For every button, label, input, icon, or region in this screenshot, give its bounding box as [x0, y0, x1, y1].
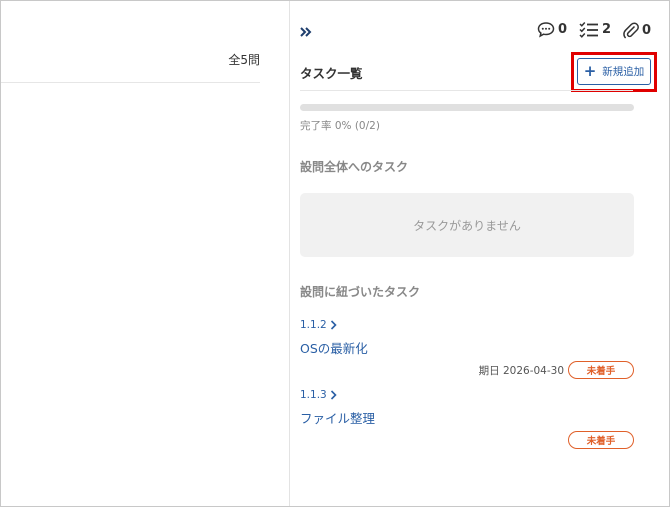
task-name-link[interactable]: ファイル整理 — [300, 408, 634, 427]
collapse-chevrons-icon — [300, 27, 312, 37]
chevron-right-icon — [330, 320, 337, 330]
question-count: 全5問 — [228, 53, 260, 67]
task-meta: 期日 2026-04-30 未着手 — [479, 361, 634, 379]
status-badge[interactable]: 未着手 — [568, 361, 634, 379]
header-divider — [300, 90, 633, 91]
paperclip-icon — [623, 22, 639, 39]
task-list-title: タスク一覧 — [300, 66, 363, 81]
linked-tasks-heading: 設問に紐づいたタスク — [300, 285, 421, 299]
completion-rate-text: 完了率 0% (0/2) — [300, 120, 380, 132]
empty-task-message: タスクがありません — [413, 218, 521, 233]
completion-progress-bar — [300, 104, 634, 111]
tasks-button[interactable]: 2 — [579, 21, 611, 38]
task-meta: 未着手 — [568, 431, 634, 449]
attachments-button[interactable]: 0 — [623, 21, 651, 39]
task-item: 1.1.3 ファイル整理 未着手 — [300, 389, 634, 449]
plus-icon: + — [583, 62, 597, 80]
task-question-ref: 1.1.3 — [300, 389, 327, 401]
attachments-count: 0 — [642, 22, 652, 38]
task-item: 1.1.2 OSの最新化 期日 2026-04-30 未着手 — [300, 319, 634, 379]
status-badge[interactable]: 未着手 — [568, 431, 634, 449]
comments-button[interactable]: 0 — [537, 21, 567, 38]
left-divider — [1, 82, 260, 83]
comment-icon — [537, 22, 555, 38]
add-task-label: 新規追加 — [602, 66, 645, 78]
chevron-right-icon — [330, 390, 337, 400]
task-question-link[interactable]: 1.1.2 — [300, 319, 634, 331]
task-question-ref: 1.1.2 — [300, 319, 327, 331]
task-question-link[interactable]: 1.1.3 — [300, 389, 634, 401]
task-due-date: 期日 2026-04-30 — [478, 364, 564, 377]
add-task-button[interactable]: + 新規追加 — [577, 58, 651, 85]
whole-question-tasks-heading: 設問全体へのタスク — [300, 160, 409, 174]
checklist-icon — [579, 21, 598, 38]
task-name-link[interactable]: OSの最新化 — [300, 338, 634, 357]
task-side-panel: 0 2 0 タスク一覧 + 新規追加 完了率 0% (0/2) 設問全体へのタス… — [290, 1, 669, 506]
tasks-count: 2 — [602, 22, 612, 37]
empty-task-placeholder: タスクがありません — [300, 193, 634, 257]
question-list-pane: 全5問 — [1, 1, 289, 506]
collapse-panel-button[interactable] — [298, 23, 314, 41]
comments-count: 0 — [558, 22, 568, 37]
